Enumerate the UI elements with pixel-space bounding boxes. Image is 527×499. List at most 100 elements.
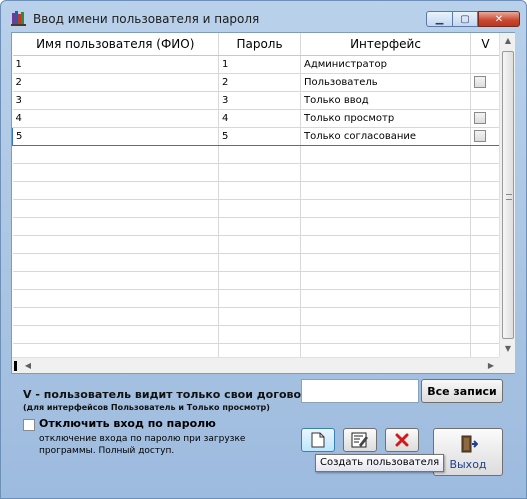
cell-password[interactable]: 1: [218, 55, 301, 74]
empty-cell: [218, 199, 301, 218]
table-row[interactable]: 1 1 Администратор: [12, 55, 501, 74]
empty-cell: [218, 163, 301, 182]
v-checkbox[interactable]: [474, 130, 486, 142]
cell-name[interactable]: 1: [12, 55, 219, 74]
scroll-left-icon[interactable]: ◀: [20, 358, 36, 374]
exit-door-icon: [461, 435, 478, 453]
scroll-up-icon[interactable]: ▲: [500, 33, 516, 49]
column-header-password[interactable]: Пароль: [218, 33, 301, 56]
empty-cell: [300, 253, 471, 272]
cell-v: [470, 73, 501, 92]
new-document-icon: [311, 432, 325, 448]
empty-cell: [470, 289, 501, 308]
table-row[interactable]: 2 2 Пользователь: [12, 73, 501, 92]
hint-title: V - пользователь видит только свои догов…: [23, 388, 319, 401]
empty-cell: [218, 289, 301, 308]
empty-cell: [470, 181, 501, 200]
cell-name[interactable]: 5: [12, 126, 219, 146]
empty-cell: [12, 199, 219, 218]
disable-password-checkbox[interactable]: [23, 419, 35, 431]
cell-password[interactable]: 3: [218, 91, 301, 110]
cell-name[interactable]: 2: [12, 73, 219, 92]
empty-cell: [470, 325, 501, 344]
cell-interface[interactable]: Только просмотр: [300, 109, 471, 128]
empty-cell: [470, 199, 501, 218]
empty-row: [12, 199, 501, 218]
scroll-thumb[interactable]: [502, 51, 514, 339]
cell-password[interactable]: 2: [218, 73, 301, 92]
filter-input[interactable]: [301, 379, 419, 403]
main-window: Ввод имени пользователя и пароля ▁ ▢ ✕ И…: [0, 0, 527, 499]
cell-v: [470, 126, 501, 146]
empty-cell: [470, 145, 501, 164]
column-header-name[interactable]: Имя пользователя (ФИО): [12, 33, 219, 56]
empty-cell: [470, 271, 501, 290]
disable-password-label[interactable]: Отключить вход по паролю: [39, 417, 216, 430]
scroll-down-icon[interactable]: ▼: [500, 341, 516, 357]
title-bar[interactable]: Ввод имени пользователя и пароля ▁ ▢ ✕: [1, 1, 526, 31]
empty-cell: [12, 307, 219, 326]
empty-cell: [12, 325, 219, 344]
empty-rows: [12, 145, 501, 362]
empty-cell: [12, 235, 219, 254]
users-grid[interactable]: Имя пользователя (ФИО) Пароль Интерфейс …: [11, 32, 515, 374]
empty-cell: [218, 271, 301, 290]
empty-cell: [218, 181, 301, 200]
table-row[interactable]: 3 3 Только ввод: [12, 91, 501, 110]
minimize-button[interactable]: ▁: [426, 11, 452, 27]
cell-interface[interactable]: Администратор: [300, 55, 471, 74]
scroll-corner: [499, 357, 515, 373]
empty-cell: [12, 217, 219, 236]
table-row[interactable]: 4 4 Только просмотр: [12, 109, 501, 128]
maximize-button[interactable]: ▢: [452, 11, 478, 27]
cell-name[interactable]: 3: [12, 91, 219, 110]
column-header-v[interactable]: V: [470, 33, 501, 56]
cell-interface[interactable]: Только согласование: [300, 126, 471, 146]
empty-row: [12, 253, 501, 272]
v-checkbox[interactable]: [474, 112, 486, 124]
table-row-selected[interactable]: 5 5 Только согласование: [12, 126, 501, 146]
column-header-interface[interactable]: Интерфейс: [300, 33, 471, 56]
empty-cell: [12, 145, 219, 164]
edit-user-button[interactable]: [343, 428, 377, 452]
horizontal-scrollbar[interactable]: ◀ ▶: [12, 357, 499, 373]
cell-password[interactable]: 5: [218, 126, 301, 146]
empty-cell: [470, 217, 501, 236]
vertical-scrollbar[interactable]: ▲ ▼: [499, 33, 515, 357]
cell-name[interactable]: 4: [12, 109, 219, 128]
row-marker: [14, 361, 17, 371]
empty-row: [12, 163, 501, 182]
all-records-button[interactable]: Все записи: [421, 379, 503, 403]
v-checkbox[interactable]: [474, 76, 486, 88]
empty-cell: [218, 145, 301, 164]
edit-document-icon: [351, 432, 368, 448]
empty-row: [12, 307, 501, 326]
cell-interface[interactable]: Пользователь: [300, 73, 471, 92]
header-row: Имя пользователя (ФИО) Пароль Интерфейс …: [12, 33, 501, 56]
create-user-button[interactable]: [301, 428, 335, 452]
cell-password[interactable]: 4: [218, 109, 301, 128]
books-icon: [11, 11, 26, 26]
window-title: Ввод имени пользователя и пароля: [33, 12, 260, 26]
tooltip: Создать пользователя: [315, 454, 445, 472]
cell-interface[interactable]: Только ввод: [300, 91, 471, 110]
empty-row: [12, 181, 501, 200]
empty-cell: [300, 181, 471, 200]
close-icon: ✕: [494, 13, 504, 25]
empty-row: [12, 271, 501, 290]
delete-user-button[interactable]: [385, 428, 419, 452]
empty-cell: [470, 253, 501, 272]
scroll-right-icon[interactable]: ▶: [483, 358, 499, 374]
close-button[interactable]: ✕: [478, 11, 520, 27]
empty-row: [12, 235, 501, 254]
empty-cell: [300, 325, 471, 344]
empty-cell: [12, 163, 219, 182]
maximize-icon: ▢: [460, 13, 470, 25]
empty-cell: [300, 199, 471, 218]
empty-cell: [12, 271, 219, 290]
empty-row: [12, 217, 501, 236]
empty-cell: [300, 271, 471, 290]
exit-label: Выход: [449, 458, 487, 471]
cell-v: [470, 109, 501, 128]
empty-cell: [470, 307, 501, 326]
